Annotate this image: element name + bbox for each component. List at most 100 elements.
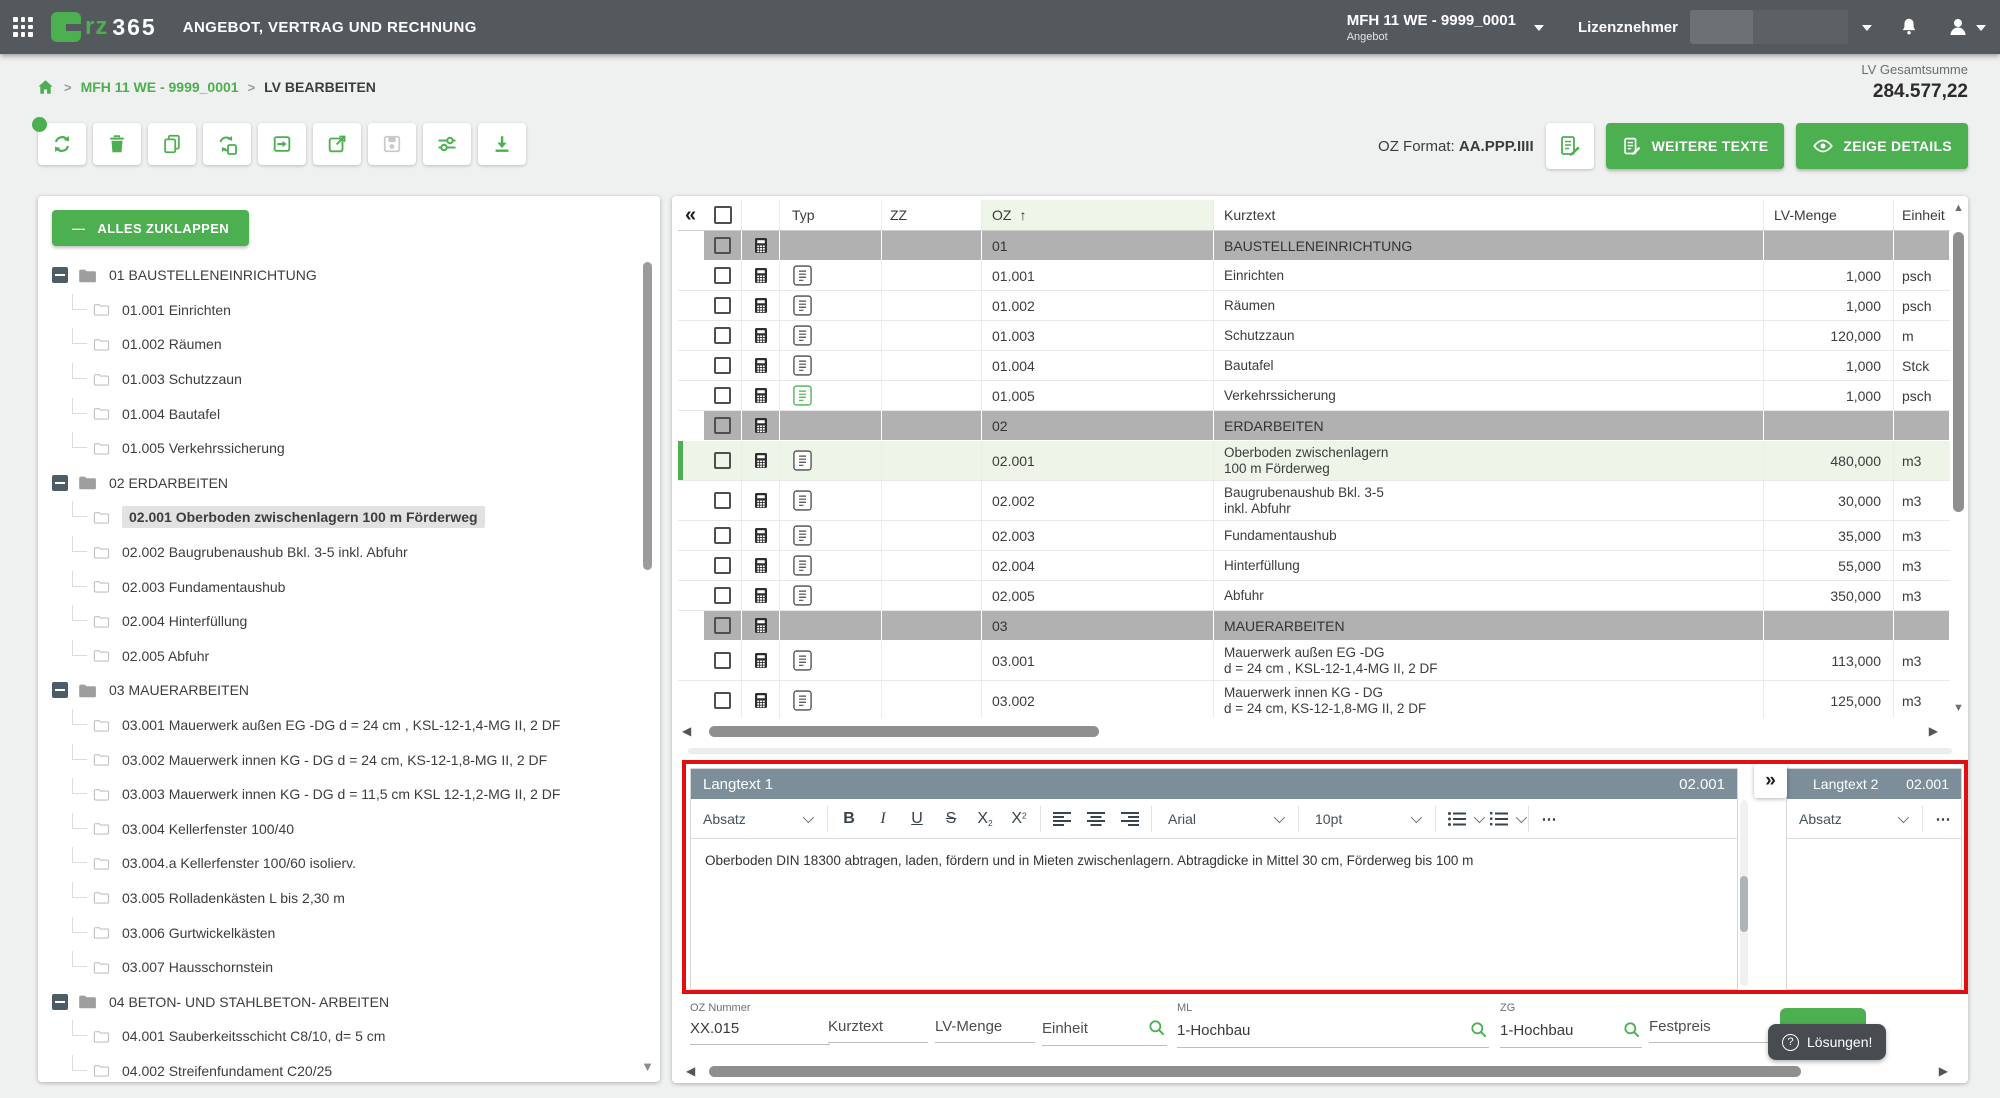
tree-scrollbar[interactable]	[643, 262, 652, 1054]
ml-field[interactable]: ML 1-Hochbau	[1177, 1002, 1489, 1048]
font-size-select[interactable]: 10pt	[1303, 799, 1431, 838]
paragraph-style-select[interactable]: Absatz	[691, 799, 823, 838]
doc-type-icon[interactable]	[792, 585, 813, 606]
import-button[interactable]	[258, 123, 306, 165]
scroll-right-icon[interactable]: ▶	[1939, 1064, 1948, 1078]
table-group-row[interactable]: 03 MAUERARBEITEN	[678, 611, 1950, 641]
paragraph-style-select[interactable]: Absatz	[1787, 799, 1918, 838]
table-row[interactable]: 01.004 Bautafel 1,000 Stck	[678, 351, 1950, 381]
tree-item[interactable]: 02.002 Baugrubenaushub Bkl. 3-5 inkl. Ab…	[46, 535, 634, 570]
row-checkbox[interactable]	[714, 237, 731, 254]
tree-item[interactable]: 01.003 Schutzzaun	[46, 362, 634, 397]
scroll-down-icon[interactable]: ▼	[1952, 702, 1965, 714]
festpreis-field[interactable]: Festpreis	[1649, 1018, 1774, 1043]
numbered-list-button[interactable]	[1482, 799, 1516, 838]
calculator-icon[interactable]	[752, 326, 770, 345]
column-header-einheit[interactable]: Einheit	[1894, 200, 1950, 230]
scrollbar-thumb[interactable]	[709, 726, 1099, 737]
open-external-button[interactable]	[313, 123, 361, 165]
copy-button[interactable]	[148, 123, 196, 165]
tree-item[interactable]: 02.003 Fundamentaushub	[46, 569, 634, 604]
table-row[interactable]: 03.002 Mauerwerk innen KG - DG d = 24 cm…	[678, 681, 1950, 718]
tree-item[interactable]: 02.005 Abfuhr	[46, 639, 634, 674]
scroll-left-icon[interactable]: ◀	[682, 724, 691, 738]
table-vertical-scrollbar[interactable]: ▲ ▼	[1952, 202, 1965, 714]
align-center-button[interactable]	[1079, 799, 1113, 838]
row-checkbox[interactable]	[714, 452, 731, 469]
calculator-icon[interactable]	[752, 451, 770, 470]
more-options-button[interactable]: ⋯	[1533, 799, 1567, 838]
row-checkbox[interactable]	[714, 297, 731, 314]
scroll-right-icon[interactable]: ▶	[1929, 724, 1938, 738]
ml-input[interactable]: 1-Hochbau	[1177, 1022, 1250, 1039]
tree-item[interactable]: 02.001 Oberboden zwischenlagern 100 m Fö…	[46, 500, 634, 535]
bullet-list-button[interactable]	[1440, 799, 1474, 838]
tree-group-item[interactable]: 04 BETON- UND STAHLBETON- ARBEITEN	[46, 984, 634, 1019]
tree-item[interactable]: 02.004 Hinterfüllung	[46, 604, 634, 639]
row-checkbox[interactable]	[714, 617, 731, 634]
select-all-checkbox[interactable]	[714, 206, 732, 224]
doc-type-icon[interactable]	[792, 355, 813, 376]
table-horizontal-scrollbar[interactable]: ◀ ▶	[682, 724, 1938, 738]
einheit-input[interactable]: Einheit	[1042, 1020, 1088, 1037]
zg-input[interactable]: 1-Hochbau	[1500, 1022, 1573, 1039]
calculator-icon[interactable]	[752, 356, 770, 375]
tree-item[interactable]: 03.004.a Kellerfenster 100/60 isolierv.	[46, 846, 634, 881]
tree-item[interactable]: 04.001 Sauberkeitsschicht C8/10, d= 5 cm	[46, 1019, 634, 1054]
oz-nummer-input[interactable]: XX.015	[690, 1020, 830, 1045]
collapse-minus-icon[interactable]	[52, 994, 68, 1010]
langtext1-content[interactable]: Oberboden DIN 18300 abtragen, laden, för…	[691, 839, 1737, 882]
collapse-minus-icon[interactable]	[52, 267, 68, 283]
row-checkbox[interactable]	[714, 527, 731, 544]
scroll-left-icon[interactable]: ◀	[686, 1064, 695, 1078]
kurztext-field[interactable]: Kurztext	[828, 1018, 928, 1043]
tree-item[interactable]: 03.001 Mauerwerk außen EG -DG d = 24 cm …	[46, 708, 634, 743]
doc-type-icon[interactable]	[792, 325, 813, 346]
collapse-all-button[interactable]: — ALLES ZUKLAPPEN	[52, 210, 249, 246]
table-row[interactable]: 02.001 Oberboden zwischenlagern 100 m Fö…	[678, 441, 1950, 481]
table-row[interactable]: 01.003 Schutzzaun 120,000 m	[678, 321, 1950, 351]
tree-group-item[interactable]: 03 MAUERARBEITEN	[46, 673, 634, 708]
oz-nummer-field[interactable]: OZ Nummer XX.015	[690, 1002, 830, 1045]
collapse-columns-icon[interactable]: «	[685, 205, 696, 225]
calculator-icon[interactable]	[752, 296, 770, 315]
doc-type-icon[interactable]	[792, 690, 813, 711]
doc-type-icon[interactable]	[792, 385, 813, 406]
table-row[interactable]: 01.005 Verkehrssicherung 1,000 psch	[678, 381, 1950, 411]
calculator-icon[interactable]	[752, 386, 770, 405]
underline-button[interactable]: U	[900, 799, 934, 838]
superscript-button[interactable]: X2	[1002, 799, 1036, 838]
oz-format-edit-button[interactable]	[1546, 123, 1594, 169]
doc-type-icon[interactable]	[792, 525, 813, 546]
row-checkbox[interactable]	[714, 557, 731, 574]
tree-item[interactable]: 01.005 Verkehrssicherung	[46, 431, 634, 466]
italic-button[interactable]: I	[866, 799, 900, 838]
table-row[interactable]: 01.001 Einrichten 1,000 psch	[678, 261, 1950, 291]
lv-menge-field[interactable]: LV-Menge	[935, 1018, 1035, 1043]
calculator-icon[interactable]	[752, 556, 770, 575]
home-icon[interactable]	[36, 78, 55, 96]
weitere-texte-button[interactable]: WEITERE TEXTE	[1606, 123, 1785, 169]
scrollbar-thumb[interactable]	[1740, 876, 1748, 932]
row-checkbox[interactable]	[714, 652, 731, 669]
column-header-oz[interactable]: OZ ↑	[982, 200, 1214, 230]
tree-scroll-down-icon[interactable]: ▼	[641, 1059, 654, 1074]
festpreis-input[interactable]: Festpreis	[1649, 1018, 1774, 1043]
doc-type-icon[interactable]	[792, 450, 813, 471]
subscript-button[interactable]: X2	[968, 799, 1002, 838]
bold-button[interactable]: B	[832, 799, 866, 838]
align-right-button[interactable]	[1113, 799, 1147, 838]
table-group-row[interactable]: 01 BAUSTELLENEINRICHTUNG	[678, 231, 1950, 261]
help-loesungen-button[interactable]: ? Lösungen!	[1768, 1024, 1886, 1060]
breadcrumb-project-link[interactable]: MFH 11 WE - 9999_0001	[81, 79, 239, 95]
row-checkbox[interactable]	[714, 357, 731, 374]
collapse-minus-icon[interactable]	[52, 682, 68, 698]
table-row[interactable]: 02.004 Hinterfüllung 55,000 m3	[678, 551, 1950, 581]
refresh-button[interactable]	[38, 123, 86, 165]
column-header-zz[interactable]: ZZ	[882, 200, 982, 230]
licensee-value-redacted[interactable]	[1690, 10, 1848, 44]
calculator-icon[interactable]	[752, 416, 770, 435]
langtext2-content[interactable]	[1787, 839, 1961, 863]
settings-sliders-button[interactable]	[423, 123, 471, 165]
row-checkbox[interactable]	[714, 417, 731, 434]
